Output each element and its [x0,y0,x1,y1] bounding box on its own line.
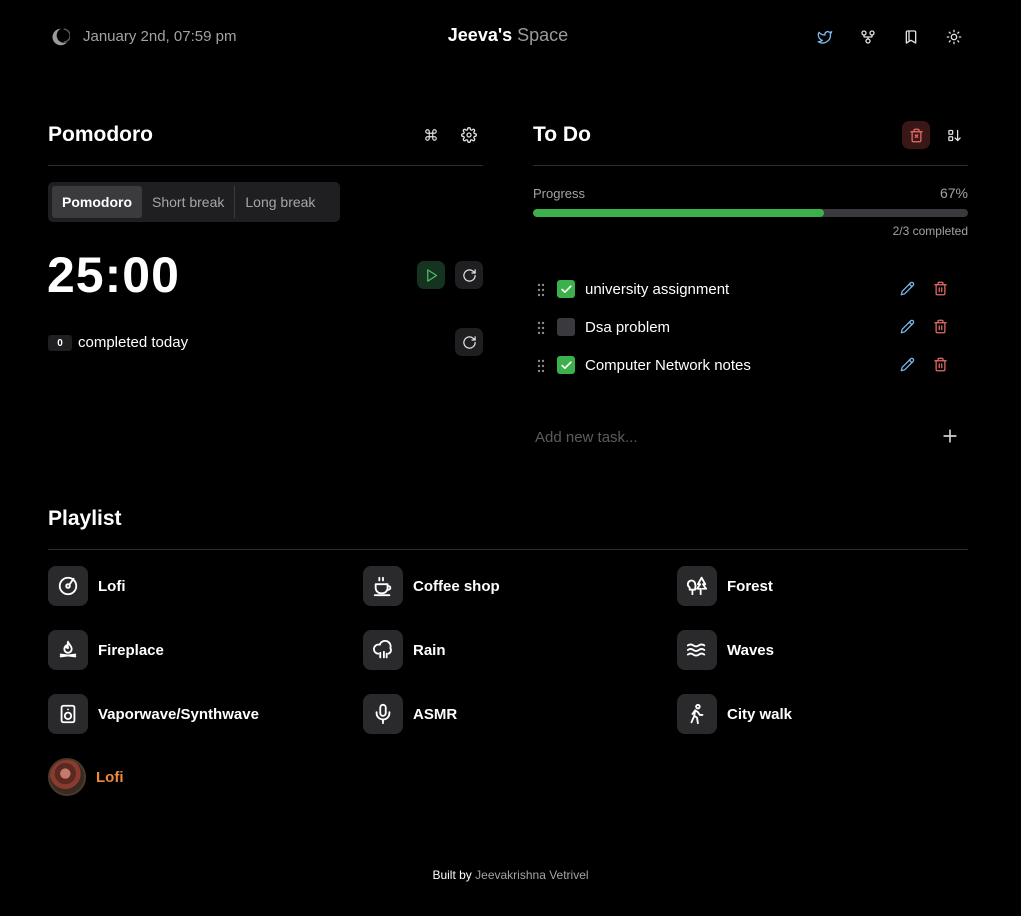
task-item: Dsa problem [533,315,968,341]
pomodoro-title: Pomodoro [48,123,153,146]
trash-icon[interactable] [933,357,951,375]
clear-tasks-button[interactable] [902,121,930,149]
playlist-item-lofi[interactable]: Lofi [48,566,126,606]
completed-label: completed today [78,334,189,351]
trees-icon [677,566,717,606]
playlist-item-label: City walk [727,705,793,723]
task-item: Computer Network notes [533,353,968,379]
reset-timer-button[interactable] [455,261,483,289]
playlist-item-label: Waves [727,641,774,659]
bookmark-icon[interactable] [900,26,922,48]
sun-icon[interactable] [943,26,965,48]
playlist-item-label: Coffee shop [413,577,500,595]
timer-display: 25:00 [47,247,180,303]
cloud-rain-icon [363,630,403,670]
sort-tasks-button[interactable] [940,121,968,149]
tab-long-break[interactable]: Long break [235,186,325,218]
playlist-item-coffee-shop[interactable]: Coffee shop [363,566,500,606]
task-checkbox[interactable] [557,280,575,298]
playlist-item-city-walk[interactable]: City walk [677,694,792,734]
task-checkbox[interactable] [557,318,575,336]
playlist-item-label: Vaporwave/Synthwave [98,705,259,723]
playlist-item-rain[interactable]: Rain [363,630,446,670]
todo-title: To Do [533,123,591,146]
progress-bar-fill [533,209,825,217]
git-fork-icon[interactable] [857,26,879,48]
playlist-item-label: Lofi [96,768,124,786]
tab-short-break[interactable]: Short break [142,186,234,218]
walking-icon [677,694,717,734]
task-item: university assignment [533,277,968,303]
avatar [48,758,86,796]
settings-gear-icon[interactable] [455,121,483,149]
trash-icon[interactable] [933,281,951,299]
progress-label: Progress [533,186,586,201]
command-icon[interactable] [417,121,445,149]
task-text: Computer Network notes [585,357,751,374]
playlist-item-asmr[interactable]: ASMR [363,694,457,734]
coffee-icon [363,566,403,606]
trash-icon[interactable] [933,319,951,337]
task-text: Dsa problem [585,319,671,336]
footer-author-link[interactable]: Jeevakrishna Vetrivel [475,868,588,882]
completed-count-badge: 0 [48,335,72,351]
playlist-item-fireplace[interactable]: Fireplace [48,630,164,670]
playlist-divider [48,549,968,550]
waves-icon [677,630,717,670]
playlist-item-label: ASMR [413,705,458,723]
playlist-item-waves[interactable]: Waves [677,630,774,670]
playlist-item-label: Rain [413,641,446,659]
twitter-icon[interactable] [814,26,836,48]
pencil-icon[interactable] [900,319,918,337]
playlist-title: Playlist [48,507,122,530]
todo-divider [533,165,968,166]
speaker-icon [48,694,88,734]
progress-bar [533,209,968,217]
header: January 2nd, 07:59 pm Jeeva's Space [48,22,968,50]
playlist-item-label: Lofi [98,577,126,595]
pomodoro-divider [48,165,483,166]
add-task-input[interactable] [533,425,933,449]
pencil-icon[interactable] [900,281,918,299]
reset-count-button[interactable] [455,328,483,356]
playlist-item-label: Forest [727,577,773,595]
flame-icon [48,630,88,670]
playlist-item-vaporwave[interactable]: Vaporwave/Synthwave [48,694,259,734]
play-button[interactable] [417,261,445,289]
progress-completed-text: 2/3 completed [892,224,968,238]
drag-handle-icon[interactable] [535,320,547,336]
footer: Built by Jeevakrishna Vetrivel [0,868,1021,882]
task-checkbox[interactable] [557,356,575,374]
footer-prefix: Built by [432,868,472,882]
task-text: university assignment [585,281,730,298]
title-main: Jeeva's [447,25,513,45]
title-sub: Space [517,25,569,45]
disc-icon [48,566,88,606]
pomodoro-mode-tabs: Pomodoro Short break Long break [48,182,340,222]
plus-icon[interactable] [940,426,960,446]
progress-percent: 67% [939,185,968,201]
drag-handle-icon[interactable] [535,358,547,374]
playlist-item-label: Fireplace [98,641,164,659]
pencil-icon[interactable] [900,357,918,375]
microphone-icon [363,694,403,734]
tab-pomodoro[interactable]: Pomodoro [52,186,142,218]
playlist-item-custom[interactable]: Lofi [48,757,124,797]
drag-handle-icon[interactable] [535,282,547,298]
playlist-item-forest[interactable]: Forest [677,566,773,606]
